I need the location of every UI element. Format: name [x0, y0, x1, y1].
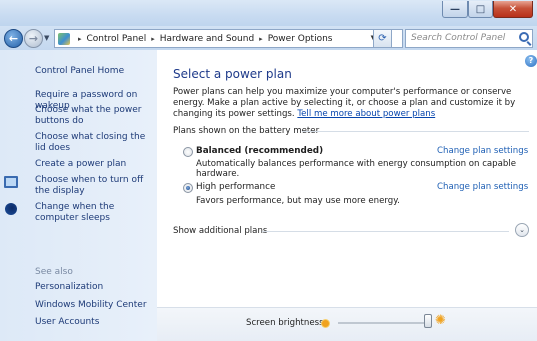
plan-description-balanced: Automatically balances performance with …	[196, 159, 517, 179]
sidebar-item-control-panel-home[interactable]: Control Panel Home	[35, 66, 155, 77]
search-input[interactable]: Search Control Panel	[405, 29, 533, 48]
navigation-bar: ← → ▼ ▸ Control Panel ▸ Hardware and Sou…	[0, 26, 537, 50]
breadcrumb-power-options[interactable]: Power Options	[268, 34, 333, 44]
brightness-slider-track[interactable]	[338, 322, 428, 324]
help-icon[interactable]: ?	[525, 55, 537, 67]
change-plan-settings-high-performance-link[interactable]: Change plan settings	[437, 182, 528, 192]
see-also-heading: See also	[35, 267, 73, 277]
show-additional-plans-label[interactable]: Show additional plans	[173, 226, 267, 236]
monitor-icon	[4, 176, 18, 188]
plan-name-high-performance[interactable]: High performance	[196, 182, 275, 192]
sidebar-item-closing-lid[interactable]: Choose what closing the lid does	[35, 132, 155, 154]
change-plan-settings-balanced-link[interactable]: Change plan settings	[437, 146, 528, 156]
radio-high-performance[interactable]	[183, 183, 193, 193]
tell-me-more-link[interactable]: Tell me more about power plans	[297, 109, 435, 119]
screen-brightness-label: Screen brightness:	[246, 318, 327, 328]
moon-icon	[5, 203, 17, 215]
sidebar-item-personalization[interactable]: Personalization	[35, 282, 155, 293]
expand-chevron-icon[interactable]: ⌄	[515, 223, 529, 237]
sidebar-item-mobility-center[interactable]: Windows Mobility Center	[35, 300, 155, 311]
search-icon[interactable]	[519, 32, 529, 42]
brightness-slider-thumb[interactable]	[424, 314, 432, 328]
search-placeholder: Search Control Panel	[411, 33, 506, 43]
back-button[interactable]: ←	[4, 29, 23, 48]
plan-name-balanced[interactable]: Balanced (recommended)	[196, 146, 323, 156]
breadcrumb-control-panel[interactable]: Control Panel	[87, 34, 147, 44]
forward-button[interactable]: →	[24, 29, 43, 48]
intro-text: Power plans can help you maximize your c…	[173, 87, 530, 120]
close-button[interactable]: ✕	[493, 1, 533, 18]
page-title: Select a power plan	[173, 67, 292, 81]
battery-meter-group-label: Plans shown on the battery meter	[173, 126, 320, 136]
sidebar-item-turn-off-display[interactable]: Choose when to turn off the display	[35, 175, 155, 197]
radio-balanced[interactable]	[183, 147, 193, 157]
breadcrumb-hardware-and-sound[interactable]: Hardware and Sound	[160, 34, 254, 44]
sidebar-item-create-power-plan[interactable]: Create a power plan	[35, 159, 155, 170]
address-bar[interactable]: ▸ Control Panel ▸ Hardware and Sound ▸ P…	[54, 29, 403, 48]
breadcrumb-separator[interactable]: ▸	[259, 35, 263, 43]
sidebar-item-user-accounts[interactable]: User Accounts	[35, 317, 155, 328]
title-bar: — □ ✕	[0, 0, 537, 26]
minimize-button[interactable]: —	[442, 1, 468, 18]
group-divider	[302, 131, 529, 132]
breadcrumb-separator[interactable]: ▸	[78, 35, 82, 43]
breadcrumb-separator[interactable]: ▸	[151, 35, 155, 43]
sidebar-item-power-buttons[interactable]: Choose what the power buttons do	[35, 105, 155, 127]
dim-sun-icon	[322, 320, 329, 327]
additional-plans-divider	[262, 231, 509, 232]
recent-pages-dropdown-icon[interactable]: ▼	[44, 34, 49, 42]
brightness-bar	[157, 307, 537, 341]
plan-description-high-performance: Favors performance, but may use more ene…	[196, 196, 400, 206]
maximize-button[interactable]: □	[468, 1, 493, 18]
control-panel-icon	[58, 32, 70, 45]
bright-sun-icon: ✺	[435, 313, 446, 328]
sidebar-item-computer-sleeps[interactable]: Change when the computer sleeps	[35, 202, 155, 224]
refresh-button[interactable]: ⟳	[373, 29, 392, 48]
